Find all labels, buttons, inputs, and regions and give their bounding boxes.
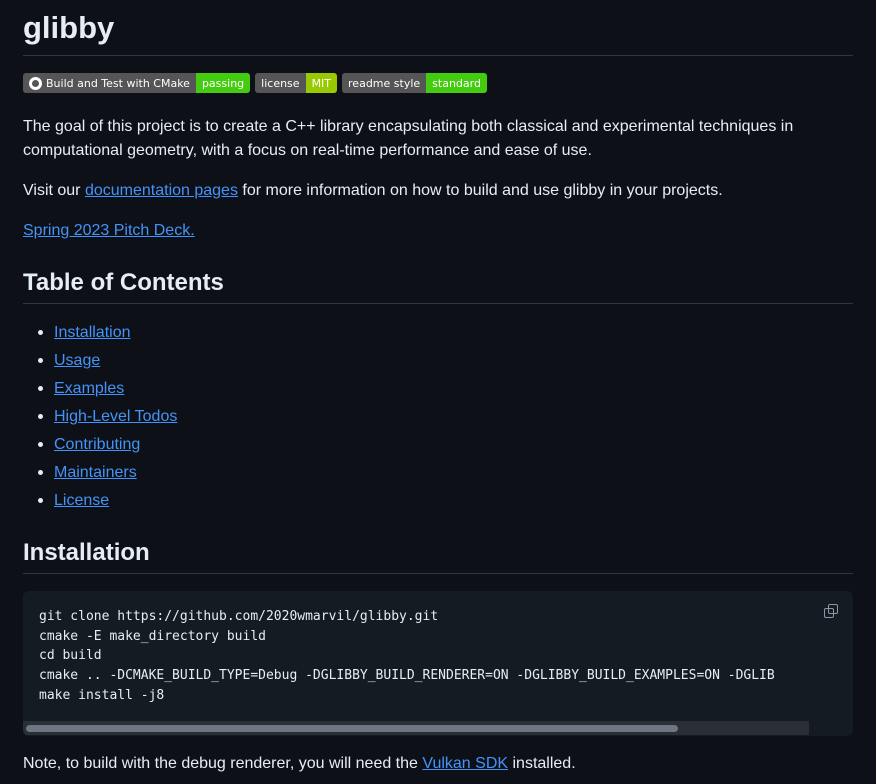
- code-content[interactable]: git clone https://github.com/2020wmarvil…: [39, 607, 775, 706]
- badge-row: Build and Test with CMake passing licens…: [23, 73, 487, 93]
- toc-item-maintainers: Maintainers: [37, 461, 177, 489]
- intro-paragraph: The goal of this project is to create a …: [23, 118, 794, 159]
- copy-button[interactable]: [821, 601, 843, 623]
- toc-link[interactable]: Maintainers: [54, 464, 137, 481]
- toc-item-installation: Installation: [37, 321, 177, 349]
- build-status-badge[interactable]: Build and Test with CMake passing: [23, 73, 251, 93]
- installation-divider: [23, 573, 853, 574]
- scrollbar-thumb[interactable]: [26, 725, 678, 732]
- vulkan-sdk-link[interactable]: Vulkan SDK: [422, 755, 508, 772]
- toc-link[interactable]: High-Level Todos: [54, 408, 177, 425]
- installation-heading: Installation: [23, 539, 150, 566]
- toc-item-examples: Examples: [37, 377, 177, 405]
- toc-link[interactable]: License: [54, 492, 109, 509]
- toc-item-todos: High-Level Todos: [37, 405, 177, 433]
- toc-link[interactable]: Contributing: [54, 436, 140, 453]
- toc-link[interactable]: Usage: [54, 352, 100, 369]
- page-title: glibby: [23, 10, 115, 45]
- license-badge[interactable]: license MIT: [255, 73, 338, 93]
- toc-link[interactable]: Examples: [54, 380, 124, 397]
- readme-style-badge[interactable]: readme style standard: [342, 73, 487, 93]
- pitch-deck-paragraph: Spring 2023 Pitch Deck.: [23, 219, 195, 243]
- title-divider: [23, 55, 853, 56]
- visit-paragraph: Visit our documentation pages for more i…: [23, 182, 723, 199]
- horizontal-scrollbar[interactable]: [23, 721, 809, 735]
- toc-link[interactable]: Installation: [54, 324, 131, 341]
- toc-item-usage: Usage: [37, 349, 177, 377]
- toc-item-license: License: [37, 489, 177, 517]
- github-icon: [29, 76, 42, 90]
- note-paragraph: Note, to build with the debug renderer, …: [23, 755, 576, 772]
- code-block[interactable]: git clone https://github.com/2020wmarvil…: [23, 591, 853, 736]
- toc-list: Installation Usage Examples High-Level T…: [37, 321, 177, 517]
- pitch-deck-link[interactable]: Spring 2023 Pitch Deck.: [23, 222, 195, 239]
- documentation-link[interactable]: documentation pages: [85, 182, 238, 199]
- toc-item-contributing: Contributing: [37, 433, 177, 461]
- toc-heading: Table of Contents: [23, 269, 224, 296]
- copy-icon-back: [828, 604, 838, 614]
- toc-divider: [23, 303, 853, 304]
